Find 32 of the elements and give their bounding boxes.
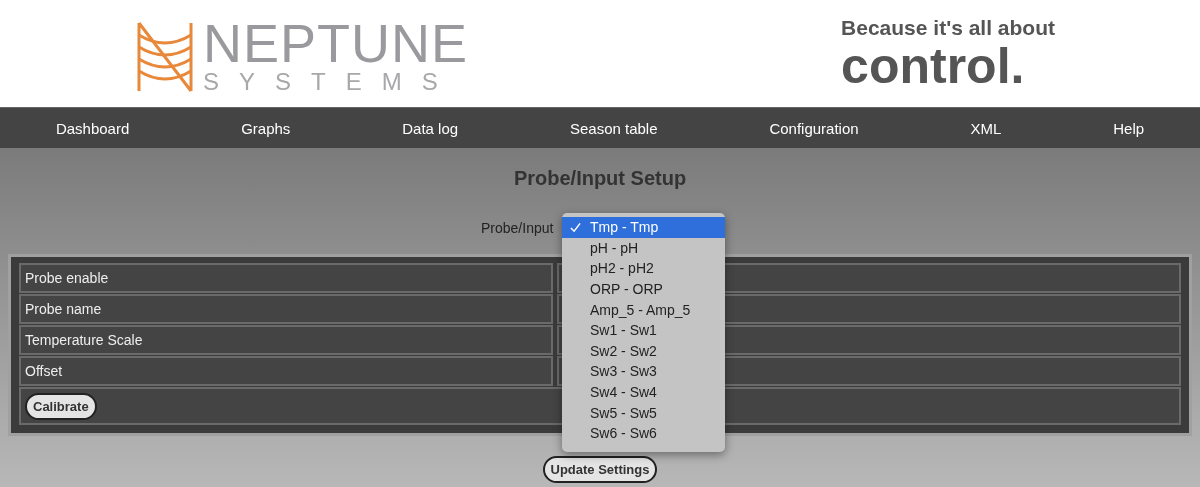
slogan-word: control.: [841, 39, 1026, 92]
nav-link[interactable]: Data log: [392, 115, 469, 141]
nav-link[interactable]: Graphs: [231, 115, 301, 141]
table-cell: Probe enable: [19, 263, 553, 293]
probe-label: Probe/Input: [481, 220, 554, 236]
nav-link[interactable]: Help: [1103, 115, 1155, 141]
calibrate-button[interactable]: Calibrate: [25, 392, 97, 420]
table-cell: Probe name: [19, 294, 553, 324]
dropdown-option[interactable]: Tmp - Tmp: [562, 217, 725, 238]
nav-link[interactable]: XML: [960, 115, 1012, 141]
nav-link[interactable]: Dashboard: [45, 115, 140, 141]
nav-link[interactable]: Season table: [559, 115, 668, 141]
nav-link[interactable]: Configuration: [759, 115, 869, 141]
table-cell: Temperature Scale: [19, 325, 553, 355]
table-cell: Offset: [19, 356, 553, 386]
update-settings-button[interactable]: Update Settings: [542, 456, 658, 483]
check-icon: [570, 221, 581, 233]
dropdown-option[interactable]: Sw5 - Sw5: [562, 402, 725, 423]
logo-subtitle: SYSTEMS: [203, 67, 459, 96]
slogan: Because it's all about: [841, 15, 1055, 40]
dropdown-option[interactable]: Sw6 - Sw6: [562, 422, 725, 444]
dropdown-option[interactable]: ORP - ORP: [562, 278, 725, 300]
logo-wordmark: NEPTUNE: [203, 17, 469, 68]
dropdown-option[interactable]: Sw2 - Sw2: [562, 340, 725, 362]
logo-icon: [135, 20, 195, 93]
page-title: Probe/Input Setup: [512, 167, 688, 190]
dropdown-option[interactable]: Sw1 - Sw1: [562, 319, 725, 341]
dropdown-option[interactable]: Amp_5 - Amp_5: [562, 299, 725, 320]
dropdown-option[interactable]: Sw4 - Sw4: [562, 381, 725, 403]
dropdown-option[interactable]: pH2 - pH2: [562, 258, 725, 279]
dropdown-option[interactable]: Sw3 - Sw3: [562, 361, 725, 382]
dropdown-option[interactable]: pH - pH: [562, 237, 725, 259]
